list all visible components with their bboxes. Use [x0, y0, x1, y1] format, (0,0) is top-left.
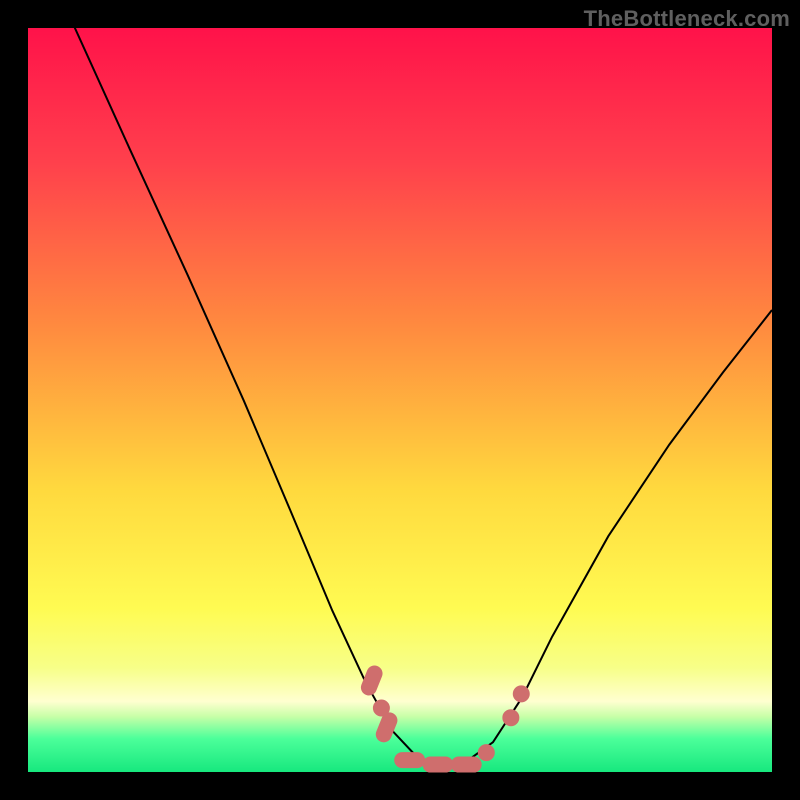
plot-background	[28, 28, 772, 772]
curve-marker	[423, 757, 453, 772]
curve-marker	[513, 686, 529, 702]
bottleneck-chart	[0, 0, 800, 800]
chart-stage: TheBottleneck.com	[0, 0, 800, 800]
curve-marker	[395, 753, 425, 768]
curve-marker	[451, 757, 481, 772]
curve-marker	[478, 745, 494, 761]
watermark-text: TheBottleneck.com	[584, 6, 790, 32]
curve-marker	[503, 710, 519, 726]
